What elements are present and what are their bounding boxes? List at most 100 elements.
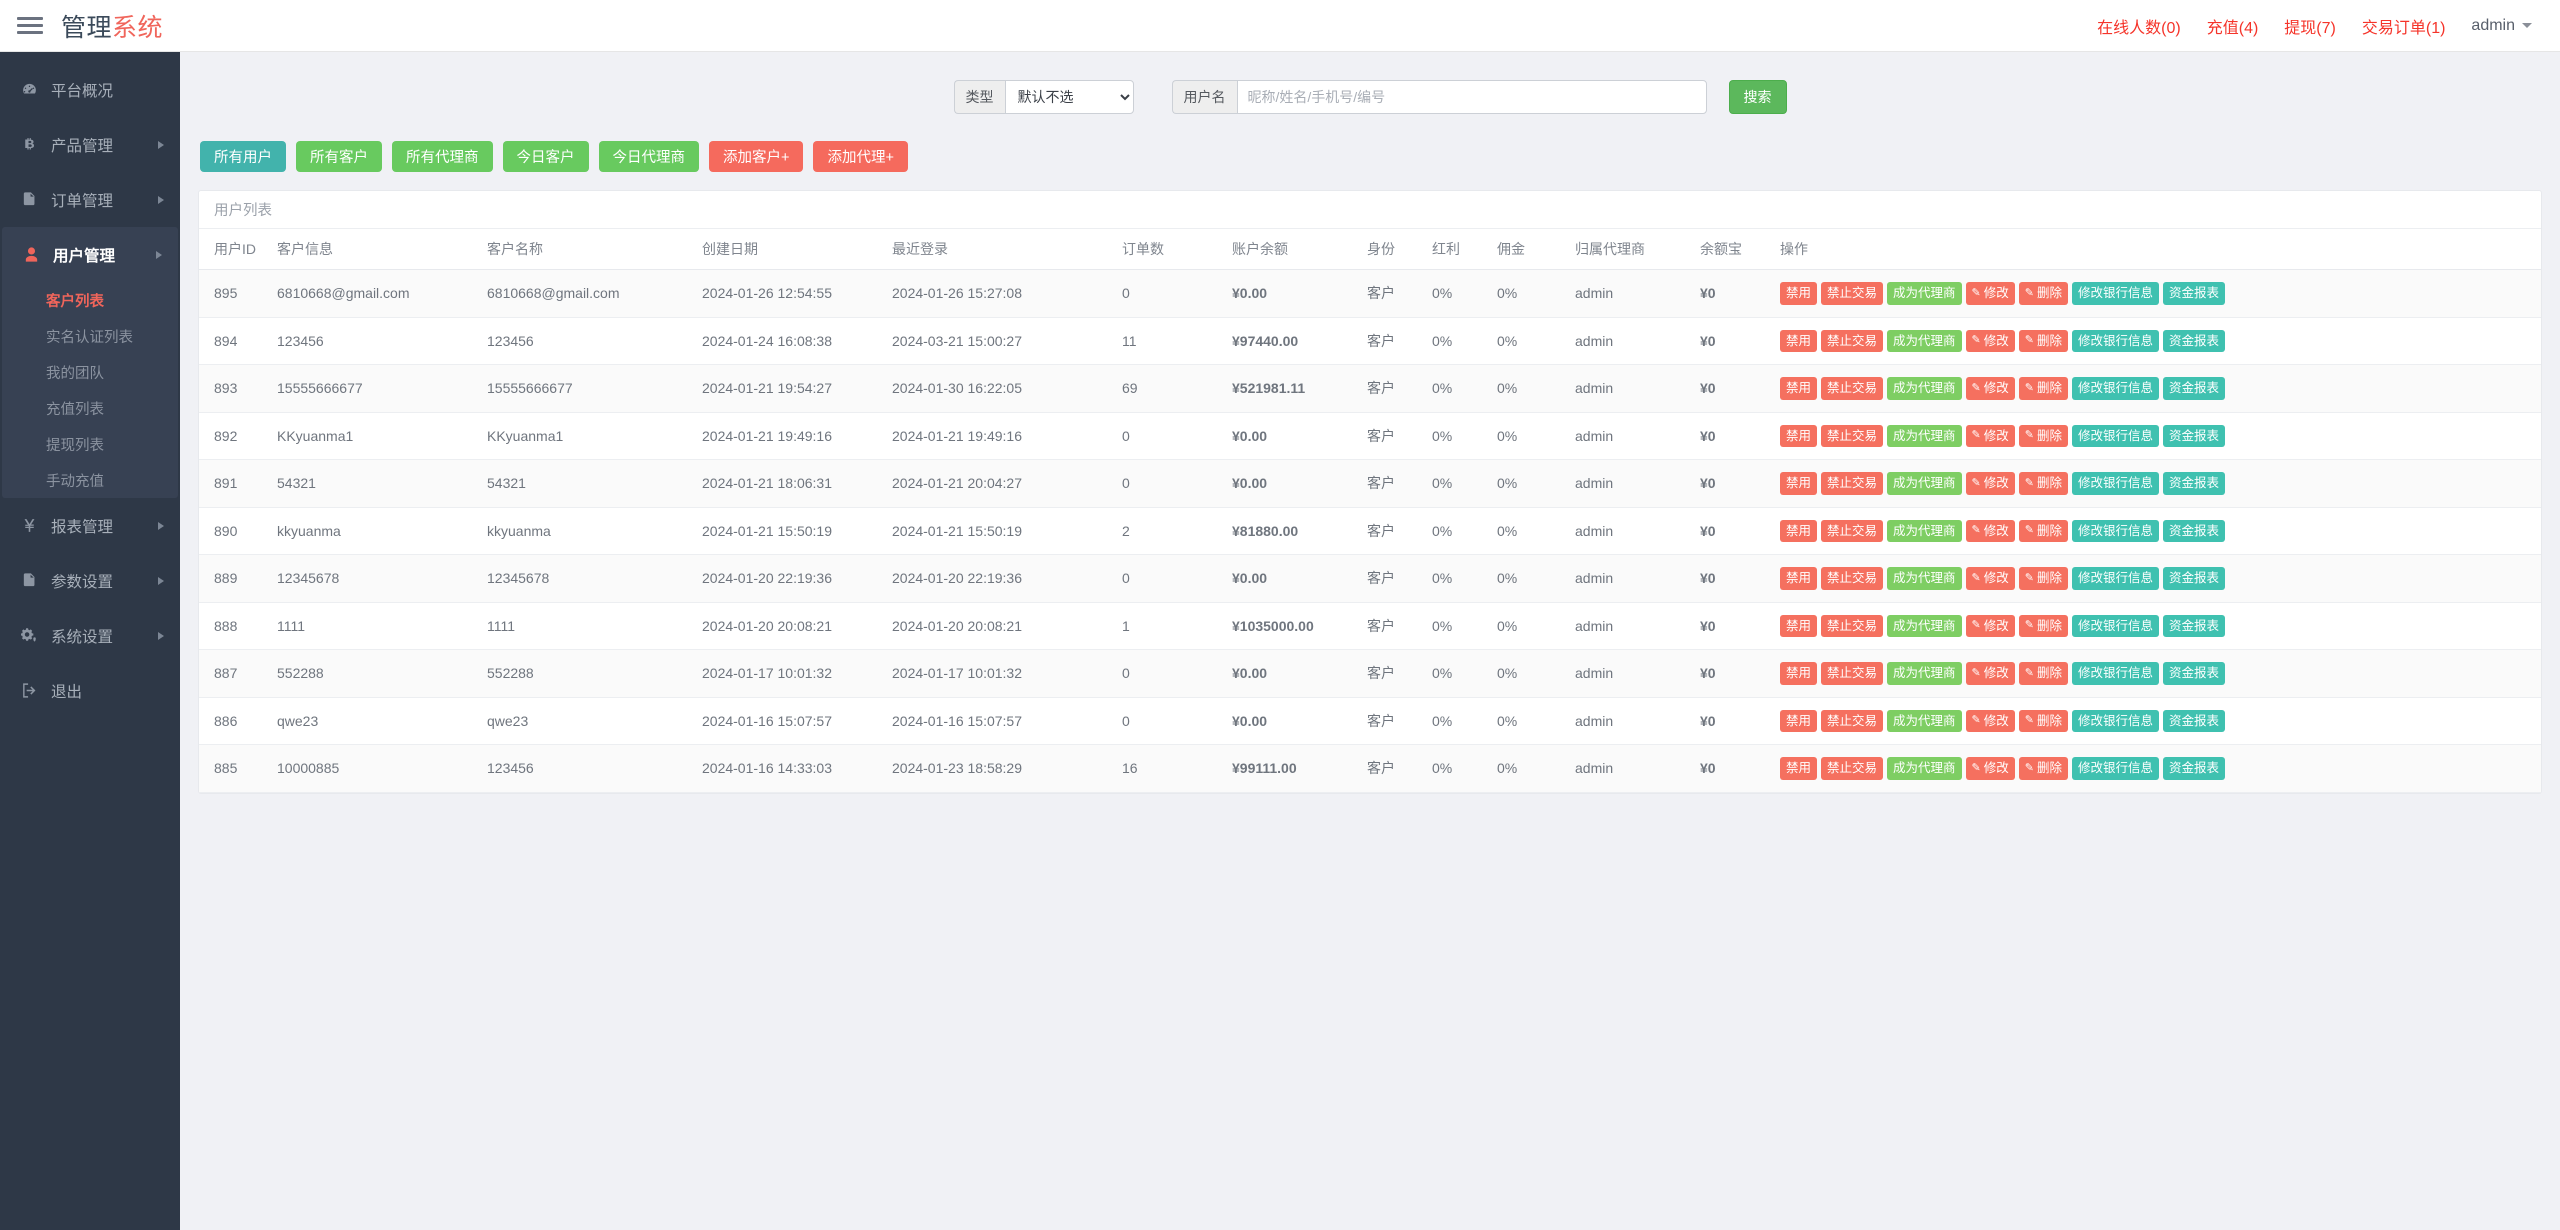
delete-button[interactable]: ✎删除 — [2019, 757, 2068, 780]
ban-trade-button[interactable]: 禁止交易 — [1821, 615, 1883, 638]
make-agent-button[interactable]: 成为代理商 — [1887, 567, 1962, 590]
disable-button[interactable]: 禁用 — [1780, 330, 1817, 353]
filter-all-users-button[interactable]: 所有用户 — [200, 141, 286, 172]
ban-trade-button[interactable]: 禁止交易 — [1821, 282, 1883, 305]
edit-button[interactable]: ✎修改 — [1966, 282, 2015, 305]
edit-bank-info-button[interactable]: 修改银行信息 — [2072, 757, 2159, 780]
edit-button[interactable]: ✎修改 — [1966, 710, 2015, 733]
sidebar-subitem-manual-recharge[interactable]: 手动充值 — [2, 462, 178, 498]
edit-bank-info-button[interactable]: 修改银行信息 — [2072, 710, 2159, 733]
sidebar-subitem-customer-list[interactable]: 客户列表 — [2, 282, 178, 318]
top-link-withdraw-count[interactable]: 提现(7) — [2271, 8, 2349, 44]
ban-trade-button[interactable]: 禁止交易 — [1821, 472, 1883, 495]
edit-bank-info-button[interactable]: 修改银行信息 — [2072, 567, 2159, 590]
fund-report-button[interactable]: 资金报表 — [2163, 567, 2225, 590]
make-agent-button[interactable]: 成为代理商 — [1887, 615, 1962, 638]
make-agent-button[interactable]: 成为代理商 — [1887, 472, 1962, 495]
sidebar-item-logout[interactable]: 退出 — [0, 663, 180, 718]
fund-report-button[interactable]: 资金报表 — [2163, 330, 2225, 353]
edit-bank-info-button[interactable]: 修改银行信息 — [2072, 662, 2159, 685]
edit-button[interactable]: ✎修改 — [1966, 330, 2015, 353]
edit-button[interactable]: ✎修改 — [1966, 567, 2015, 590]
disable-button[interactable]: 禁用 — [1780, 520, 1817, 543]
fund-report-button[interactable]: 资金报表 — [2163, 710, 2225, 733]
edit-bank-info-button[interactable]: 修改银行信息 — [2072, 472, 2159, 495]
top-link-recharge-count[interactable]: 充值(4) — [2194, 8, 2272, 44]
sidebar-item-report-management[interactable]: 报表管理 — [0, 498, 180, 553]
make-agent-button[interactable]: 成为代理商 — [1887, 662, 1962, 685]
delete-button[interactable]: ✎删除 — [2019, 472, 2068, 495]
edit-bank-info-button[interactable]: 修改银行信息 — [2072, 282, 2159, 305]
edit-bank-info-button[interactable]: 修改银行信息 — [2072, 377, 2159, 400]
disable-button[interactable]: 禁用 — [1780, 377, 1817, 400]
disable-button[interactable]: 禁用 — [1780, 662, 1817, 685]
add-customer-button[interactable]: 添加客户+ — [709, 141, 803, 172]
disable-button[interactable]: 禁用 — [1780, 425, 1817, 448]
sidebar-subitem-recharge-list[interactable]: 充值列表 — [2, 390, 178, 426]
delete-button[interactable]: ✎删除 — [2019, 662, 2068, 685]
filter-all-customers-button[interactable]: 所有客户 — [296, 141, 382, 172]
edit-bank-info-button[interactable]: 修改银行信息 — [2072, 520, 2159, 543]
top-link-trade-order-count[interactable]: 交易订单(1) — [2349, 8, 2459, 44]
fund-report-button[interactable]: 资金报表 — [2163, 520, 2225, 543]
disable-button[interactable]: 禁用 — [1780, 472, 1817, 495]
sidebar-item-parameter-settings[interactable]: 参数设置 — [0, 553, 180, 608]
type-filter-select[interactable]: 默认不选 — [1005, 80, 1134, 114]
edit-button[interactable]: ✎修改 — [1966, 472, 2015, 495]
make-agent-button[interactable]: 成为代理商 — [1887, 282, 1962, 305]
ban-trade-button[interactable]: 禁止交易 — [1821, 330, 1883, 353]
edit-button[interactable]: ✎修改 — [1966, 520, 2015, 543]
edit-button[interactable]: ✎修改 — [1966, 377, 2015, 400]
top-link-online-count[interactable]: 在线人数(0) — [2084, 8, 2194, 44]
edit-button[interactable]: ✎修改 — [1966, 757, 2015, 780]
fund-report-button[interactable]: 资金报表 — [2163, 662, 2225, 685]
sidebar-item-system-settings[interactable]: 系统设置 — [0, 608, 180, 663]
edit-button[interactable]: ✎修改 — [1966, 425, 2015, 448]
delete-button[interactable]: ✎删除 — [2019, 425, 2068, 448]
sidebar-item-product-management[interactable]: 产品管理 — [0, 117, 180, 172]
sidebar-item-user-management[interactable]: 用户管理 — [2, 227, 178, 282]
edit-bank-info-button[interactable]: 修改银行信息 — [2072, 330, 2159, 353]
ban-trade-button[interactable]: 禁止交易 — [1821, 757, 1883, 780]
add-agent-button[interactable]: 添加代理+ — [813, 141, 907, 172]
fund-report-button[interactable]: 资金报表 — [2163, 615, 2225, 638]
edit-bank-info-button[interactable]: 修改银行信息 — [2072, 425, 2159, 448]
sidebar-item-order-management[interactable]: 订单管理 — [0, 172, 180, 227]
ban-trade-button[interactable]: 禁止交易 — [1821, 425, 1883, 448]
delete-button[interactable]: ✎删除 — [2019, 567, 2068, 590]
fund-report-button[interactable]: 资金报表 — [2163, 472, 2225, 495]
disable-button[interactable]: 禁用 — [1780, 567, 1817, 590]
edit-bank-info-button[interactable]: 修改银行信息 — [2072, 615, 2159, 638]
delete-button[interactable]: ✎删除 — [2019, 615, 2068, 638]
make-agent-button[interactable]: 成为代理商 — [1887, 710, 1962, 733]
edit-button[interactable]: ✎修改 — [1966, 662, 2015, 685]
search-button[interactable]: 搜索 — [1729, 80, 1787, 114]
sidebar-subitem-my-team[interactable]: 我的团队 — [2, 354, 178, 390]
delete-button[interactable]: ✎删除 — [2019, 330, 2068, 353]
sidebar-subitem-withdraw-list[interactable]: 提现列表 — [2, 426, 178, 462]
edit-button[interactable]: ✎修改 — [1966, 615, 2015, 638]
fund-report-button[interactable]: 资金报表 — [2163, 282, 2225, 305]
fund-report-button[interactable]: 资金报表 — [2163, 425, 2225, 448]
search-input[interactable] — [1237, 80, 1707, 114]
hamburger-icon[interactable] — [17, 16, 43, 36]
filter-all-agents-button[interactable]: 所有代理商 — [392, 141, 493, 172]
filter-today-agents-button[interactable]: 今日代理商 — [599, 141, 700, 172]
ban-trade-button[interactable]: 禁止交易 — [1821, 662, 1883, 685]
disable-button[interactable]: 禁用 — [1780, 282, 1817, 305]
make-agent-button[interactable]: 成为代理商 — [1887, 520, 1962, 543]
disable-button[interactable]: 禁用 — [1780, 757, 1817, 780]
ban-trade-button[interactable]: 禁止交易 — [1821, 567, 1883, 590]
fund-report-button[interactable]: 资金报表 — [2163, 757, 2225, 780]
ban-trade-button[interactable]: 禁止交易 — [1821, 377, 1883, 400]
delete-button[interactable]: ✎删除 — [2019, 520, 2068, 543]
make-agent-button[interactable]: 成为代理商 — [1887, 757, 1962, 780]
disable-button[interactable]: 禁用 — [1780, 710, 1817, 733]
ban-trade-button[interactable]: 禁止交易 — [1821, 710, 1883, 733]
make-agent-button[interactable]: 成为代理商 — [1887, 425, 1962, 448]
make-agent-button[interactable]: 成为代理商 — [1887, 330, 1962, 353]
delete-button[interactable]: ✎删除 — [2019, 710, 2068, 733]
make-agent-button[interactable]: 成为代理商 — [1887, 377, 1962, 400]
sidebar-subitem-realname-auth-list[interactable]: 实名认证列表 — [2, 318, 178, 354]
disable-button[interactable]: 禁用 — [1780, 615, 1817, 638]
